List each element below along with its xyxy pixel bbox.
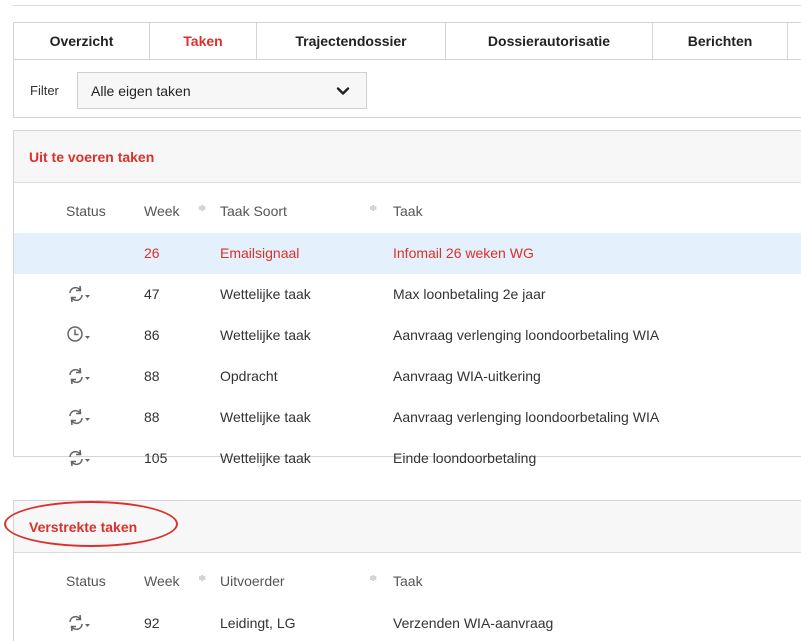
cell-taak[interactable]: Aanvraag verlenging loondoorbetaling WIA [393, 327, 659, 343]
cell-taak[interactable]: Aanvraag verlenging loondoorbetaling WIA [393, 409, 659, 425]
cell-soort: Wettelijke taak [220, 450, 311, 466]
panel-uit-te-voeren-taken: Uit te voeren taken Status Week ≑ Taak S… [13, 130, 801, 467]
col-taak-soort[interactable]: Taak Soort [220, 203, 287, 219]
cell-uitvoerder: Leidingt, LG [220, 615, 296, 631]
refresh-icon[interactable] [66, 407, 92, 427]
cell-soort: Emailsignaal [220, 245, 300, 261]
sort-icon[interactable]: ≑ [198, 203, 206, 214]
cell-soort: Wettelijke taak [220, 286, 311, 302]
tab-trajectendossier[interactable]: Trajectendossier [257, 23, 446, 59]
chevron-down-icon [336, 87, 350, 95]
cell-taak[interactable]: Verzenden WIA-aanvraag [393, 615, 553, 631]
cell-week: 88 [144, 368, 160, 384]
tab-taken[interactable]: Taken [150, 23, 257, 59]
table-row[interactable]: 105 Wettelijke taak Einde loondoorbetaling [14, 438, 801, 479]
cell-week: 86 [144, 327, 160, 343]
col-uitvoerder[interactable]: Uitvoerder [220, 573, 285, 589]
cell-week: 92 [144, 615, 160, 631]
refresh-icon[interactable] [66, 613, 92, 633]
clock-icon[interactable] [66, 325, 92, 345]
table-header: Status Week ≑ Uitvoerder ≑ Taak [14, 553, 801, 603]
cell-week: 88 [144, 409, 160, 425]
table-row[interactable]: 47 Wettelijke taak Max loonbetaling 2e jaa… [14, 274, 801, 315]
highlight-ellipse-annotation [4, 501, 178, 547]
tab-bar: Overzicht Taken Trajectendossier Dossier… [13, 22, 801, 60]
cell-week: 105 [144, 450, 168, 466]
cell-taak[interactable]: Einde loondoorbetaling [393, 450, 536, 466]
refresh-icon[interactable] [66, 366, 92, 386]
tab-dossierautorisatie[interactable]: Dossierautorisatie [446, 23, 653, 59]
cell-week: 47 [144, 286, 160, 302]
col-status[interactable]: Status [66, 573, 106, 589]
cell-taak[interactable]: Max loonbetaling 2e jaar [393, 286, 546, 302]
table-row[interactable]: 88 Opdracht Aanvraag WIA-uitkering [14, 356, 801, 397]
col-week[interactable]: Week [144, 573, 180, 589]
filter-select[interactable]: Alle eigen taken [77, 72, 367, 109]
col-week[interactable]: Week [144, 203, 180, 219]
filter-bar: Filter Alle eigen taken [13, 60, 801, 118]
cell-taak[interactable]: Aanvraag WIA-uitkering [393, 368, 541, 384]
panel-title: Uit te voeren taken [14, 131, 801, 183]
filter-label: Filter [30, 83, 59, 98]
col-taak[interactable]: Taak [393, 573, 423, 589]
sort-icon[interactable]: ≑ [198, 573, 206, 584]
refresh-icon[interactable] [66, 448, 92, 468]
table-header: Status Week ≑ Taak Soort ≑ Taak [14, 183, 801, 233]
filter-selected-value: Alle eigen taken [91, 82, 191, 99]
sort-icon[interactable]: ≑ [369, 203, 377, 214]
col-taak[interactable]: Taak [393, 203, 423, 219]
sort-icon[interactable]: ≑ [369, 573, 377, 584]
top-divider [13, 5, 801, 6]
col-status[interactable]: Status [66, 203, 106, 219]
cell-soort: Wettelijke taak [220, 409, 311, 425]
cell-taak[interactable]: Infomail 26 weken WG [393, 245, 534, 261]
table-row[interactable]: 86 Wettelijke taak Aanvraag verlenging loo… [14, 315, 801, 356]
table-row[interactable]: 26 Emailsignaal Infomail 26 weken WG [14, 233, 801, 274]
tab-berichten[interactable]: Berichten [653, 23, 788, 59]
tab-overzicht[interactable]: Overzicht [14, 23, 150, 59]
refresh-icon[interactable] [66, 284, 92, 304]
table-row[interactable]: 92 Leidingt, LG Verzenden WIA-aanvraag [14, 603, 801, 641]
cell-week: 26 [144, 245, 160, 261]
cell-soort: Wettelijke taak [220, 327, 311, 343]
cell-soort: Opdracht [220, 368, 278, 384]
table-row[interactable]: 88 Wettelijke taak Aanvraag verlenging loo… [14, 397, 801, 438]
